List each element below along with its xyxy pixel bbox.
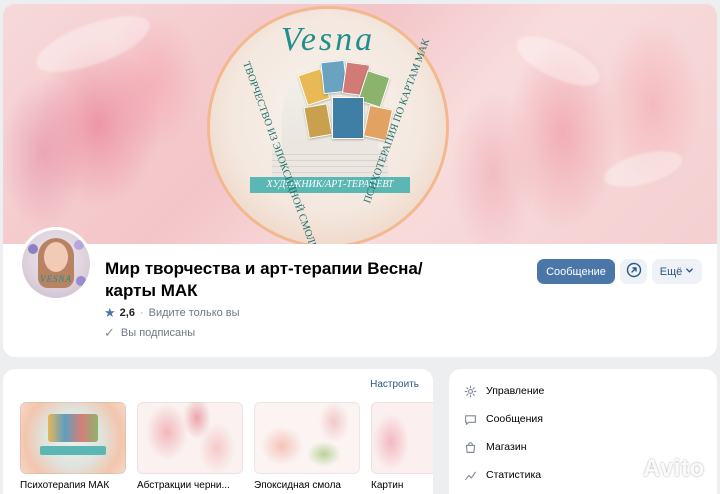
menu-item-label: Магазин	[486, 441, 527, 453]
avatar-image: VESNA	[22, 230, 90, 298]
menu-item-manage[interactable]: Управление	[463, 384, 544, 398]
checkmark-icon: ✓	[104, 325, 115, 340]
avatar[interactable]: VESNA	[19, 227, 93, 301]
album-item[interactable]: Картин	[371, 402, 433, 491]
menu-item-messages[interactable]: Сообщения	[463, 412, 543, 426]
star-icon: ★	[104, 305, 116, 320]
menu-item-statistics[interactable]: Статистика	[463, 468, 541, 482]
shopping-bag-icon	[463, 440, 477, 454]
album-thumbnail	[254, 402, 360, 474]
chart-icon	[463, 468, 477, 482]
avatar-face	[44, 242, 68, 272]
rating-value: 2,6	[119, 307, 135, 319]
more-label: Ещё	[659, 265, 683, 278]
album-label: Абстракции черни...	[137, 480, 230, 491]
album-thumbnail	[137, 402, 243, 474]
subscription-label: Вы подписаны	[120, 327, 196, 339]
configure-link[interactable]: Настроить	[370, 379, 419, 390]
album-cards-image	[48, 414, 98, 442]
message-icon	[463, 412, 477, 426]
albums-section: Настроить Психотерапия МАК Абстракции че…	[3, 369, 433, 494]
album-item[interactable]: Абстракции черни...	[137, 402, 243, 491]
share-button[interactable]	[620, 259, 647, 284]
avito-logo-icon	[613, 457, 639, 481]
page-title: Мир творчества и арт-терапии Весна/ карт…	[105, 259, 423, 300]
group-cover: Vesna ХУДОЖНИК/АРТ-ТЕРАПЕВТ ТВОРЧЕСТВО И…	[3, 4, 717, 244]
cover-decoration	[29, 4, 157, 84]
rating-row: ★ 2,6 · Видите только вы	[104, 305, 240, 321]
menu-item-label: Статистика	[486, 469, 542, 481]
album-banner-image	[40, 446, 106, 455]
avatar-flower	[74, 240, 84, 250]
album-item[interactable]: Психотерапия МАК	[20, 402, 126, 491]
album-label: Картин	[371, 480, 404, 491]
cover-decoration	[510, 26, 606, 96]
badge-card-image	[332, 97, 364, 139]
message-button[interactable]: Сообщение	[537, 259, 615, 284]
rating-separator: ·	[139, 307, 144, 319]
more-button[interactable]: Ещё	[652, 259, 702, 284]
avatar-text: VESNA	[40, 274, 72, 284]
menu-item-shop[interactable]: Магазин	[463, 440, 527, 454]
badge-title: Vesna	[280, 21, 376, 58]
badge-banner: ХУДОЖНИК/АРТ-ТЕРАПЕВТ	[250, 177, 410, 193]
watermark-text: Avito	[643, 455, 705, 482]
menu-item-label: Управление	[486, 385, 545, 397]
album-item[interactable]: Эпоксидная смола	[254, 402, 360, 491]
avito-watermark: Avito	[613, 455, 705, 483]
menu-item-label: Сообщения	[486, 413, 543, 425]
subscription-status[interactable]: ✓ Вы подписаны	[104, 325, 195, 341]
avatar-flower	[28, 244, 38, 254]
album-thumbnail	[371, 402, 433, 474]
chevron-down-icon	[685, 266, 694, 278]
album-label: Психотерапия МАК	[20, 480, 110, 491]
share-arrow-icon	[626, 262, 642, 281]
cover-decoration	[600, 144, 686, 194]
gear-icon	[463, 384, 477, 398]
rating-visibility-note: Видите только вы	[148, 307, 240, 319]
album-thumbnail	[20, 402, 126, 474]
cover-logo-badge: Vesna ХУДОЖНИК/АРТ-ТЕРАПЕВТ ТВОРЧЕСТВО И…	[207, 6, 449, 244]
album-label: Эпоксидная смола	[254, 480, 341, 491]
